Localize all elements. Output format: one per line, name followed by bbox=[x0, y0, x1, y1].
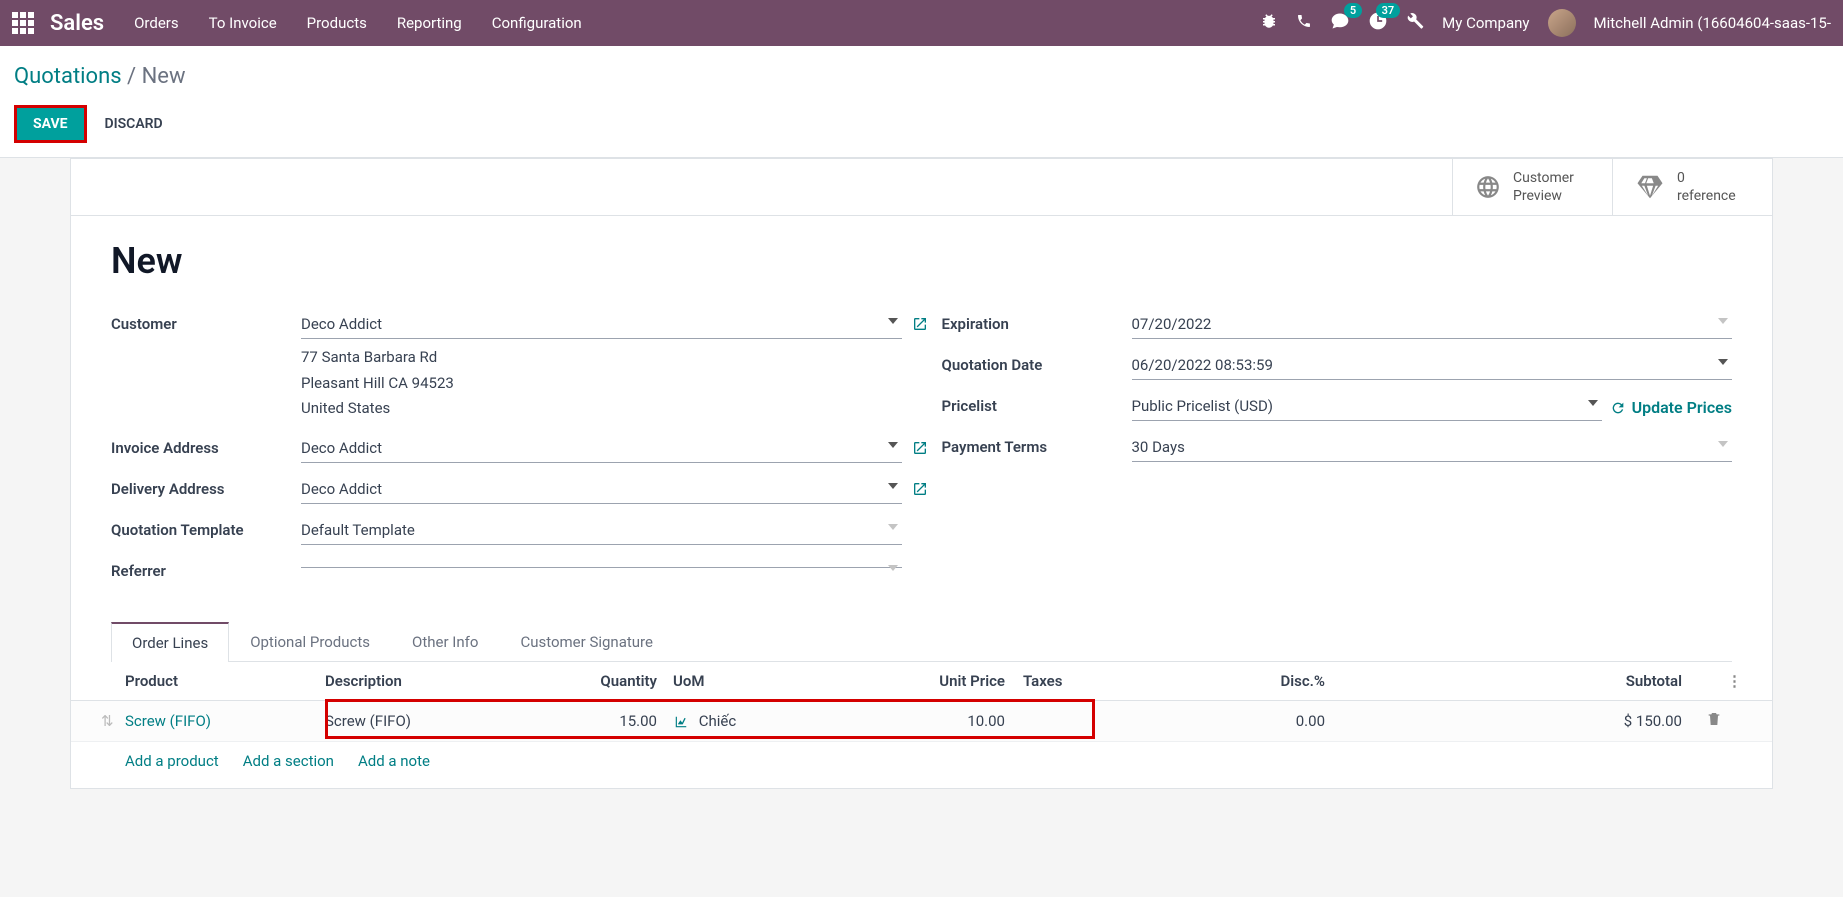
messages-badge: 5 bbox=[1344, 3, 1362, 18]
add-note-link[interactable]: Add a note bbox=[358, 752, 430, 770]
apps-icon[interactable] bbox=[12, 12, 34, 34]
update-prices-button[interactable]: Update Prices bbox=[1610, 398, 1732, 417]
page-title: New bbox=[111, 240, 1732, 282]
refresh-icon bbox=[1610, 400, 1626, 416]
user-name[interactable]: Mitchell Admin (16604604-saas-15- bbox=[1594, 14, 1831, 32]
add-product-link[interactable]: Add a product bbox=[125, 752, 219, 770]
col-taxes: Taxes bbox=[1005, 672, 1225, 690]
external-link-icon[interactable] bbox=[912, 481, 928, 501]
trash-icon[interactable] bbox=[1692, 711, 1722, 731]
col-disc: Disc.% bbox=[1225, 672, 1325, 690]
address-line3: United States bbox=[301, 396, 902, 422]
save-button[interactable]: SAVE bbox=[17, 108, 84, 140]
tab-optional-products[interactable]: Optional Products bbox=[229, 622, 391, 661]
address-line2: Pleasant Hill CA 94523 bbox=[301, 371, 902, 397]
app-brand[interactable]: Sales bbox=[50, 11, 104, 36]
referrer-label: Referrer bbox=[111, 559, 301, 580]
reference-button[interactable]: 0reference bbox=[1612, 159, 1772, 215]
activities-icon[interactable]: 37 bbox=[1368, 11, 1388, 35]
tab-order-lines[interactable]: Order Lines bbox=[111, 622, 229, 662]
line-subtotal: $ 150.00 bbox=[1325, 712, 1692, 730]
customer-preview-l2: Preview bbox=[1513, 187, 1574, 205]
reference-label: reference bbox=[1677, 187, 1736, 205]
tab-other-info[interactable]: Other Info bbox=[391, 622, 499, 661]
menu-to-invoice[interactable]: To Invoice bbox=[209, 14, 277, 32]
invoice-address-label: Invoice Address bbox=[111, 436, 301, 463]
template-label: Quotation Template bbox=[111, 518, 301, 545]
customer-label: Customer bbox=[111, 312, 301, 422]
col-description: Description bbox=[325, 672, 555, 690]
line-description[interactable]: Screw (FIFO) bbox=[325, 712, 555, 730]
discard-button[interactable]: DISCARD bbox=[104, 116, 162, 132]
col-unit-price: Unit Price bbox=[865, 672, 1005, 690]
line-disc[interactable]: 0.00 bbox=[1225, 712, 1325, 730]
col-product: Product bbox=[125, 672, 325, 690]
diamond-icon bbox=[1635, 172, 1665, 202]
menu-reporting[interactable]: Reporting bbox=[397, 14, 462, 32]
col-uom: UoM bbox=[665, 672, 865, 690]
reference-count: 0 bbox=[1677, 169, 1736, 187]
phone-icon[interactable] bbox=[1296, 13, 1312, 33]
line-quantity[interactable]: 15.00 bbox=[555, 712, 665, 730]
template-field[interactable]: Default Template bbox=[301, 518, 902, 545]
line-uom[interactable]: Chiếc bbox=[665, 712, 865, 730]
messages-icon[interactable]: 5 bbox=[1330, 11, 1350, 35]
tab-customer-signature[interactable]: Customer Signature bbox=[499, 622, 674, 661]
delivery-address-field[interactable]: Deco Addict bbox=[301, 477, 902, 504]
globe-icon bbox=[1475, 174, 1501, 200]
address-line1: 77 Santa Barbara Rd bbox=[301, 345, 902, 371]
col-subtotal: Subtotal bbox=[1325, 672, 1692, 690]
company-name[interactable]: My Company bbox=[1442, 14, 1529, 32]
line-product[interactable]: Screw (FIFO) bbox=[125, 712, 211, 730]
payment-terms-field[interactable]: 30 Days bbox=[1132, 435, 1733, 462]
customer-preview-l1: Customer bbox=[1513, 169, 1574, 187]
chart-area-icon bbox=[673, 715, 689, 729]
expiration-field[interactable]: 07/20/2022 bbox=[1132, 312, 1733, 339]
line-unit-price[interactable]: 10.00 bbox=[865, 712, 1005, 730]
order-line-row[interactable]: ⇅ Screw (FIFO) Screw (FIFO) 15.00 Chiếc … bbox=[71, 701, 1772, 742]
delivery-address-label: Delivery Address bbox=[111, 477, 301, 504]
referrer-field[interactable] bbox=[301, 559, 902, 568]
quotation-date-label: Quotation Date bbox=[942, 353, 1132, 380]
activities-badge: 37 bbox=[1376, 3, 1401, 18]
payment-terms-label: Payment Terms bbox=[942, 435, 1132, 462]
kebab-icon[interactable]: ⋮ bbox=[1722, 672, 1742, 690]
pricelist-field[interactable]: Public Pricelist (USD) bbox=[1132, 394, 1602, 421]
quotation-date-field[interactable]: 06/20/2022 08:53:59 bbox=[1132, 353, 1733, 380]
avatar[interactable] bbox=[1548, 9, 1576, 37]
external-link-icon[interactable] bbox=[912, 316, 928, 336]
pricelist-label: Pricelist bbox=[942, 394, 1132, 421]
drag-handle-icon[interactable]: ⇅ bbox=[101, 712, 125, 730]
col-quantity: Quantity bbox=[555, 672, 665, 690]
tools-icon[interactable] bbox=[1406, 12, 1424, 34]
breadcrumb-current: New bbox=[142, 64, 186, 89]
invoice-address-field[interactable]: Deco Addict bbox=[301, 436, 902, 463]
expiration-label: Expiration bbox=[942, 312, 1132, 339]
customer-field[interactable]: Deco Addict bbox=[301, 312, 902, 339]
breadcrumb: Quotations / New bbox=[14, 64, 1829, 89]
external-link-icon[interactable] bbox=[912, 440, 928, 460]
breadcrumb-root[interactable]: Quotations bbox=[14, 64, 122, 89]
menu-products[interactable]: Products bbox=[307, 14, 367, 32]
add-section-link[interactable]: Add a section bbox=[243, 752, 334, 770]
menu-configuration[interactable]: Configuration bbox=[492, 14, 582, 32]
menu-orders[interactable]: Orders bbox=[134, 14, 179, 32]
customer-preview-button[interactable]: CustomerPreview bbox=[1452, 159, 1612, 215]
bug-icon[interactable] bbox=[1260, 12, 1278, 34]
